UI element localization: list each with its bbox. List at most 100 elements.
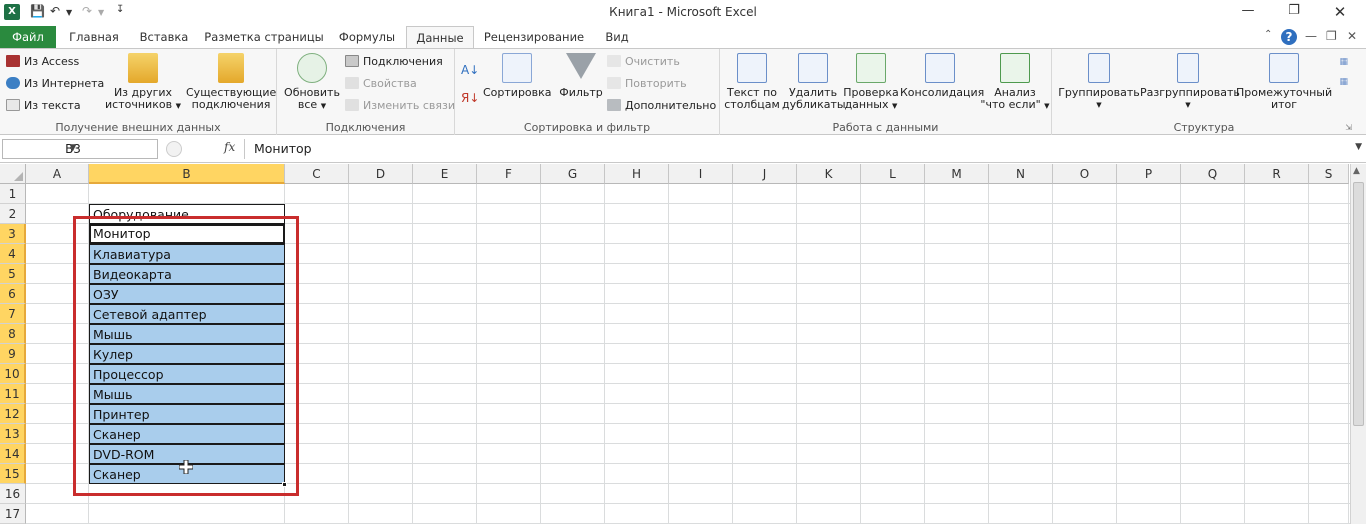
- tab-page-layout[interactable]: Разметка страницы: [204, 26, 324, 49]
- tab-view[interactable]: Вид: [598, 26, 636, 49]
- tab-data[interactable]: Данные: [406, 26, 474, 50]
- column-header-b[interactable]: B: [89, 164, 285, 184]
- tab-home[interactable]: Главная: [64, 26, 124, 49]
- row-header-2[interactable]: 2: [0, 204, 26, 224]
- from-access-button[interactable]: Из Access: [6, 53, 79, 71]
- from-web-button[interactable]: Из Интернета: [6, 75, 104, 93]
- scroll-up-icon[interactable]: ▲: [1353, 166, 1360, 176]
- column-header-c[interactable]: C: [285, 164, 349, 184]
- doc-minimize-icon[interactable]: —: [1305, 29, 1317, 43]
- connections-button[interactable]: Подключения: [345, 53, 443, 71]
- close-icon[interactable]: ✕: [1328, 3, 1352, 21]
- tab-insert[interactable]: Вставка: [134, 26, 194, 49]
- column-header-q[interactable]: Q: [1181, 164, 1245, 184]
- excel-app-icon[interactable]: X: [4, 4, 20, 20]
- row-header-3[interactable]: 3: [0, 224, 26, 244]
- vertical-scrollbar[interactable]: ▲: [1350, 164, 1366, 524]
- filter-button[interactable]: Фильтр: [555, 53, 607, 99]
- properties-button[interactable]: Свойства: [345, 75, 417, 93]
- existing-connections-button[interactable]: Существующие подключения: [186, 53, 276, 111]
- restore-icon[interactable]: ❐: [1282, 3, 1306, 21]
- row-header-1[interactable]: 1: [0, 184, 26, 204]
- formula-input[interactable]: Монитор: [244, 139, 1350, 159]
- subtotal-button[interactable]: Промежуточный итог: [1236, 53, 1332, 111]
- expand-formula-bar-icon[interactable]: ▼: [1355, 142, 1362, 152]
- row-header-13[interactable]: 13: [0, 424, 26, 444]
- row-header-17[interactable]: 17: [0, 504, 26, 524]
- tab-review[interactable]: Рецензирование: [480, 26, 588, 49]
- row-header-4[interactable]: 4: [0, 244, 26, 264]
- edit-links-button[interactable]: Изменить связи: [345, 97, 455, 115]
- column-header-d[interactable]: D: [349, 164, 413, 184]
- column-header-l[interactable]: L: [861, 164, 925, 184]
- reapply-button[interactable]: Повторить: [607, 75, 687, 93]
- group-button[interactable]: Группировать ▼: [1056, 53, 1142, 111]
- window-title: Книга1 - Microsoft Excel: [609, 5, 757, 19]
- worksheet-grid[interactable]: A B C D E F G H I J K L M N O P Q R S 1 2 3 4 5 6 7 8 9 10 11 12 13 14 15…: [0, 164, 1366, 524]
- row-header-11[interactable]: 11: [0, 384, 26, 404]
- advanced-filter-button[interactable]: Дополнительно: [607, 97, 716, 115]
- help-icon[interactable]: ?: [1281, 29, 1297, 45]
- column-header-g[interactable]: G: [541, 164, 605, 184]
- show-detail-icon[interactable]: ▦: [1339, 57, 1348, 67]
- refresh-icon: [297, 53, 327, 83]
- doc-restore-icon[interactable]: ❐: [1326, 29, 1337, 43]
- row-header-5[interactable]: 5: [0, 264, 26, 284]
- tab-formulas[interactable]: Формулы: [334, 26, 400, 49]
- save-icon[interactable]: 💾: [30, 4, 45, 18]
- column-header-n[interactable]: N: [989, 164, 1053, 184]
- clear-filter-button[interactable]: Очистить: [607, 53, 680, 71]
- row-header-16[interactable]: 16: [0, 484, 26, 504]
- chevron-down-icon[interactable]: ▼: [3, 143, 143, 153]
- row-header-9[interactable]: 9: [0, 344, 26, 364]
- row-header-12[interactable]: 12: [0, 404, 26, 424]
- from-text-button[interactable]: Из текста: [6, 97, 81, 115]
- tab-file[interactable]: Файл: [0, 26, 56, 49]
- row-header-14[interactable]: 14: [0, 444, 26, 464]
- row-header-8[interactable]: 8: [0, 324, 26, 344]
- column-header-s[interactable]: S: [1309, 164, 1349, 184]
- collapse-ribbon-icon[interactable]: ⌃: [1264, 29, 1272, 40]
- select-all-button[interactable]: [0, 164, 26, 184]
- minimize-icon[interactable]: —: [1236, 3, 1260, 21]
- data-validation-button[interactable]: Проверка данных ▼: [842, 53, 900, 112]
- what-if-button[interactable]: Анализ "что если" ▼: [980, 53, 1050, 112]
- redo-icon[interactable]: ↷: [82, 4, 92, 18]
- column-header-o[interactable]: O: [1053, 164, 1117, 184]
- sort-button[interactable]: Сортировка: [483, 53, 552, 99]
- text-to-columns-button[interactable]: Текст по столбцам: [722, 53, 782, 111]
- customize-qat-icon[interactable]: ↧: [116, 4, 124, 15]
- column-header-p[interactable]: P: [1117, 164, 1181, 184]
- column-header-a[interactable]: A: [26, 164, 89, 184]
- column-header-e[interactable]: E: [413, 164, 477, 184]
- scrollbar-thumb[interactable]: [1353, 182, 1364, 426]
- refresh-all-button[interactable]: Обновить все ▼: [281, 53, 343, 112]
- column-header-i[interactable]: I: [669, 164, 733, 184]
- undo-icon[interactable]: ↶: [50, 4, 60, 18]
- from-other-sources-button[interactable]: Из других источников ▼: [102, 53, 184, 112]
- hide-detail-icon[interactable]: ▦: [1339, 77, 1348, 87]
- column-header-h[interactable]: H: [605, 164, 669, 184]
- doc-close-icon[interactable]: ✕: [1347, 29, 1357, 43]
- sort-za-button[interactable]: Я↓: [461, 89, 479, 107]
- redo-dropdown-icon[interactable]: ▼: [98, 8, 104, 17]
- row-header-6[interactable]: 6: [0, 284, 26, 304]
- sort-az-button[interactable]: А↓: [461, 61, 479, 79]
- row-header-10[interactable]: 10: [0, 364, 26, 384]
- column-header-j[interactable]: J: [733, 164, 797, 184]
- row-header-15[interactable]: 15: [0, 464, 26, 484]
- consolidate-button[interactable]: Консолидация: [900, 53, 984, 99]
- column-header-f[interactable]: F: [477, 164, 541, 184]
- ungroup-button[interactable]: Разгруппировать ▼: [1140, 53, 1240, 111]
- fill-handle[interactable]: [282, 482, 287, 487]
- row-header-7[interactable]: 7: [0, 304, 26, 324]
- column-header-r[interactable]: R: [1245, 164, 1309, 184]
- column-header-m[interactable]: M: [925, 164, 989, 184]
- formula-bar-handle[interactable]: [166, 141, 182, 157]
- undo-dropdown-icon[interactable]: ▼: [66, 8, 72, 17]
- dialog-launcher-icon[interactable]: ⇲: [1345, 123, 1352, 132]
- column-header-k[interactable]: K: [797, 164, 861, 184]
- name-box[interactable]: B3 ▼: [2, 139, 158, 159]
- insert-function-icon[interactable]: fx: [224, 140, 235, 154]
- remove-duplicates-button[interactable]: Удалить дубликаты: [782, 53, 846, 111]
